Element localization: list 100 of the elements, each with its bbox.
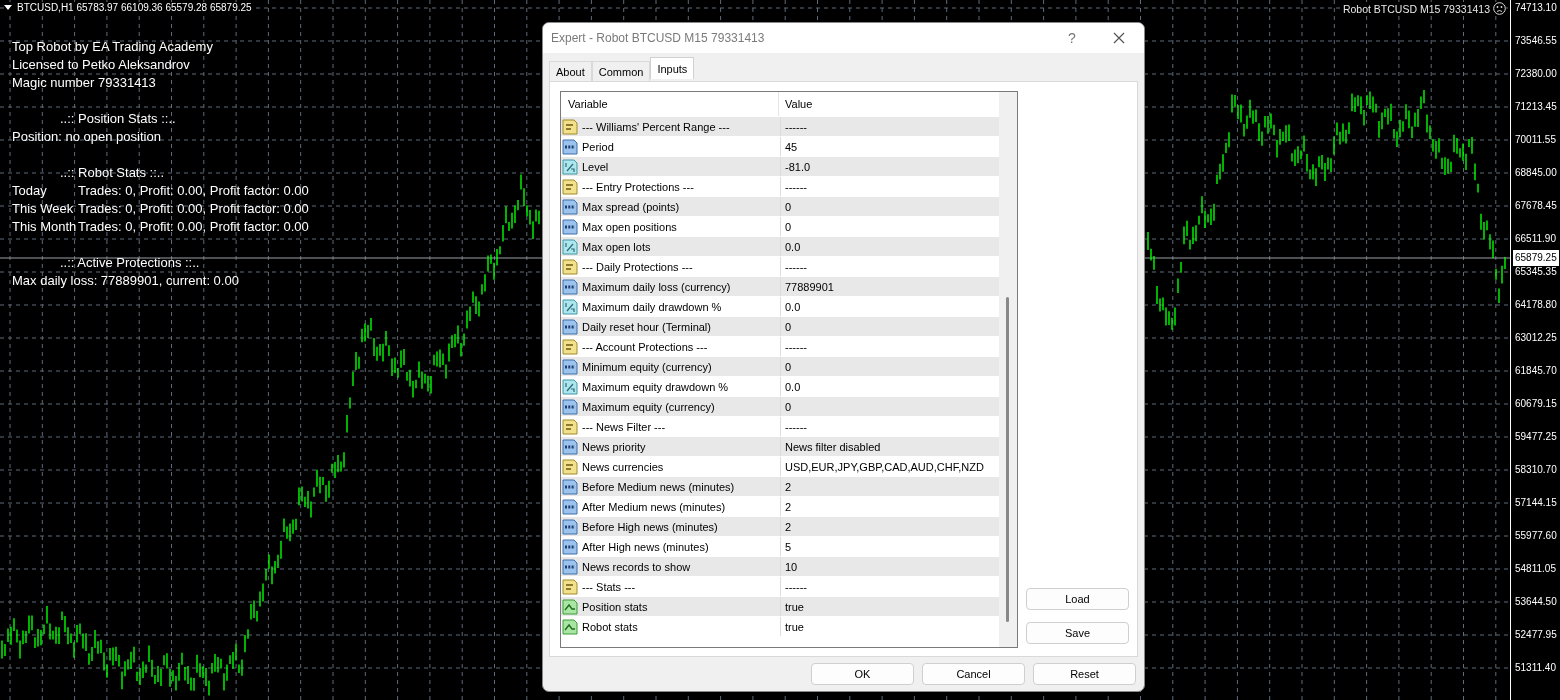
number-type-icon [562, 198, 578, 215]
toggle-type-icon [562, 618, 578, 635]
variable-name: --- Daily Protections --- [582, 260, 693, 273]
variable-value[interactable]: 0 [781, 320, 792, 333]
price-label: 67678.45 [1515, 200, 1557, 211]
text-type-icon [562, 418, 578, 435]
side-button[interactable]: Load [1026, 588, 1129, 610]
number-type-icon [562, 278, 578, 295]
variable-value[interactable]: News filter disabled [781, 440, 881, 453]
price-label: 58310.70 [1515, 464, 1557, 475]
window-title: Expert - Robot BTCUSD M15 79331413 [551, 31, 766, 45]
variable-value[interactable]: USD,EUR,JPY,GBP,CAD,AUD,CHF,NZD [781, 460, 984, 473]
variable-value[interactable]: ------ [781, 420, 807, 433]
price-label: 70011.55 [1515, 134, 1556, 145]
info-text: Trades: 0, Profit: 0.00, Profit factor: 0.00 [78, 182, 309, 200]
side-button[interactable]: Save [1026, 622, 1129, 644]
variable-value[interactable]: 5 [781, 540, 792, 553]
variable-name: Minimum equity (currency) [582, 360, 712, 373]
fraction-type-icon [562, 158, 578, 175]
number-type-icon [562, 498, 578, 515]
variable-value[interactable]: 0 [781, 200, 792, 213]
fraction-type-icon [562, 378, 578, 395]
info-text: Trades: 0, Profit: 0.00, Profit factor: 0.00 [78, 218, 309, 236]
info-text: Position: no open position [12, 128, 161, 146]
variable-value[interactable]: true [781, 620, 804, 633]
variable-value[interactable]: 45 [781, 140, 798, 153]
period-label: This Month [12, 218, 78, 236]
variable-value[interactable]: ------ [781, 580, 807, 593]
variable-value[interactable]: 0 [781, 220, 792, 233]
variable-value[interactable]: 10 [781, 560, 798, 573]
text-type-icon [562, 118, 578, 135]
tab[interactable]: Common [591, 61, 651, 81]
variable-value[interactable]: 2 [781, 480, 792, 493]
column-header[interactable]: Value [779, 98, 813, 110]
close-icon [1113, 32, 1125, 44]
variable-name: --- News Filter --- [582, 420, 666, 433]
column-header[interactable]: Variable [561, 92, 779, 116]
variable-value[interactable]: 0 [781, 360, 792, 373]
variable-name: Position stats [582, 600, 648, 613]
variable-name: Level [582, 160, 609, 173]
variable-name: --- Account Protections --- [582, 340, 708, 353]
variable-value[interactable]: 0 [781, 400, 792, 413]
help-button[interactable]: ? [1050, 23, 1094, 54]
variable-name: Daily reset hour (Terminal) [582, 320, 711, 333]
fraction-type-icon [562, 238, 578, 255]
variable-name: Maximum daily loss (currency) [582, 280, 731, 293]
variable-value[interactable]: 0.0 [781, 380, 801, 393]
number-type-icon [562, 218, 578, 235]
dialog-button[interactable]: OK [811, 663, 914, 685]
period-label: This Week [12, 200, 75, 218]
variable-name: Maximum equity drawdown % [582, 380, 729, 393]
variable-value[interactable]: 2 [781, 520, 792, 533]
price-label: 68845.00 [1515, 167, 1557, 178]
variable-value[interactable]: ------ [781, 120, 807, 133]
variable-name: News priority [582, 440, 646, 453]
variable-name: --- Williams' Percent Range --- [582, 120, 730, 133]
variable-value[interactable]: ------ [781, 340, 807, 353]
tab[interactable]: Inputs [650, 57, 695, 79]
number-type-icon [562, 398, 578, 415]
number-type-icon [562, 518, 578, 535]
variable-value[interactable]: 77889901 [781, 280, 834, 293]
price-label: 51311.40 [1515, 662, 1556, 673]
price-label: 55977.60 [1515, 530, 1557, 541]
price-label: 65345.35 [1515, 266, 1557, 277]
variable-value[interactable]: ------ [781, 180, 807, 193]
text-type-icon [562, 458, 578, 475]
price-label: 64178.80 [1515, 299, 1557, 310]
info-text: Trades: 0, Profit: 0.00, Profit factor: 0.00 [78, 200, 309, 218]
variable-value[interactable]: 0.0 [781, 240, 801, 253]
collapse-icon[interactable] [4, 4, 12, 11]
info-text: Licensed to Petko Aleksandrov [12, 56, 190, 74]
toggle-type-icon [562, 598, 578, 615]
variable-name: Robot stats [582, 620, 638, 633]
symbol-info: BTCUSD,H1 65783.97 66109.36 65579.28 65879.25 [17, 2, 252, 13]
variable-value[interactable]: true [781, 600, 804, 613]
number-type-icon [562, 478, 578, 495]
price-label: 57144.15 [1515, 497, 1557, 508]
variable-value[interactable]: -81.0 [781, 160, 811, 173]
tab[interactable]: About [549, 61, 592, 81]
dialog-button[interactable]: Cancel [922, 663, 1025, 685]
number-type-icon [562, 558, 578, 575]
section-heading: ..:: Robot Stats ::.. [60, 165, 165, 180]
variable-value[interactable]: 0.0 [781, 300, 801, 313]
text-type-icon [562, 578, 578, 595]
price-label: 60679.15 [1515, 398, 1557, 409]
price-label: 61845.70 [1515, 365, 1557, 376]
period-label: Today [12, 182, 48, 200]
variable-name: Max open lots [582, 240, 651, 253]
number-type-icon [562, 318, 578, 335]
info-text: Magic number 79331413 [12, 74, 156, 92]
sad-face-icon[interactable] [1493, 2, 1506, 15]
expert-label: Robot BTCUSD M15 79331413 [1342, 2, 1490, 15]
variable-value[interactable]: 2 [781, 500, 792, 513]
dialog-button[interactable]: Reset [1033, 663, 1136, 685]
price-label: 71213.45 [1515, 101, 1557, 112]
price-label: 66511.90 [1515, 233, 1556, 244]
number-type-icon [562, 138, 578, 155]
variable-value[interactable]: ------ [781, 260, 807, 273]
variable-name: After Medium news (minutes) [582, 500, 726, 513]
scrollbar[interactable] [999, 92, 1017, 647]
